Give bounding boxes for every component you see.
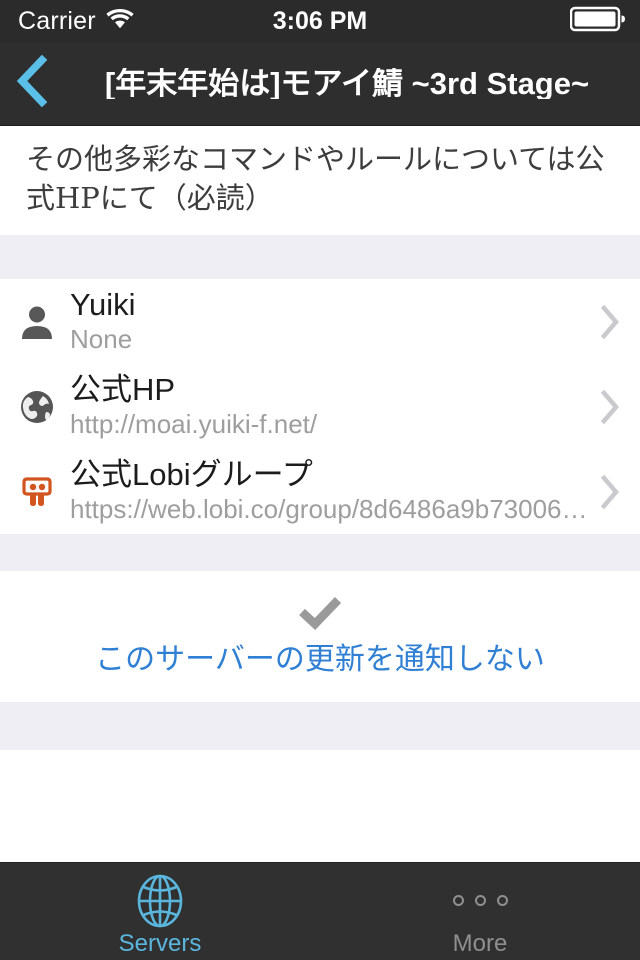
more-dots-icon: [452, 874, 508, 928]
chevron-right-icon: [596, 388, 624, 426]
list-item-title: Yuiki: [70, 288, 136, 323]
list-item[interactable]: 公式HP http://moai.yuiki-f.net/: [0, 364, 640, 450]
server-description-block: その他多彩なコマンドやルールについては公式HPにて（必読）: [0, 126, 640, 236]
section-gap-bottom: [0, 702, 640, 751]
app-root: Carrier 3:06 PM [年末年始は]モアイ鯖 ~3rd Stage~ …: [0, 0, 640, 960]
server-description-text: その他多彩なコマンドやルールについては公式HPにて（必読）: [26, 142, 605, 215]
checkmark-icon: [296, 593, 344, 633]
notify-toggle-cell[interactable]: このサーバーの更新を通知しない: [0, 571, 640, 703]
globe-icon: [132, 874, 188, 928]
list-item-body: 公式Lobiグループ https://web.lobi.co/group/8d6…: [60, 458, 596, 524]
server-info-list: Yuiki None 公式HP http://moai.yuiki-f.net/…: [0, 279, 640, 535]
section-gap-top: [0, 235, 640, 280]
status-bar: Carrier 3:06 PM: [0, 0, 640, 42]
list-item-title: 公式Lobiグループ: [70, 458, 313, 493]
chevron-left-icon: [15, 54, 49, 112]
list-item[interactable]: Yuiki None: [0, 279, 640, 365]
lobi-icon: [14, 469, 60, 515]
list-item-subtitle: None: [70, 324, 133, 355]
tab-more[interactable]: More: [320, 863, 640, 960]
section-gap-middle: [0, 534, 640, 572]
content-filler: [0, 750, 640, 862]
chevron-right-icon: [596, 303, 624, 341]
notify-toggle-label: このサーバーの更新を通知しない: [95, 643, 545, 677]
more-dot: [474, 895, 486, 906]
back-button[interactable]: [0, 42, 64, 126]
tab-servers[interactable]: Servers: [0, 863, 320, 960]
more-dot: [496, 895, 508, 906]
chevron-right-icon: [596, 473, 624, 511]
status-bar-left: Carrier: [18, 7, 134, 36]
person-icon: [14, 299, 60, 345]
tab-label: Servers: [118, 929, 202, 957]
page-title: [年末年始は]モアイ鯖 ~3rd Stage~: [104, 68, 590, 99]
status-bar-right: [569, 6, 626, 37]
globe-icon: [14, 384, 60, 430]
list-item-body: Yuiki None: [60, 288, 596, 354]
list-item-subtitle: https://web.lobi.co/group/8d6486a9b73006…: [70, 494, 588, 525]
wifi-icon: [106, 8, 134, 34]
carrier-label: Carrier: [18, 6, 96, 35]
tab-bar: Servers More: [0, 862, 640, 960]
scroll-content[interactable]: その他多彩なコマンドやルールについては公式HPにて（必読） Yuiki None: [0, 126, 640, 862]
list-item-title: 公式HP: [70, 373, 176, 408]
navigation-bar: [年末年始は]モアイ鯖 ~3rd Stage~: [0, 42, 640, 126]
list-item-body: 公式HP http://moai.yuiki-f.net/: [60, 373, 596, 439]
list-item[interactable]: 公式Lobiグループ https://web.lobi.co/group/8d6…: [0, 449, 640, 535]
tab-label: More: [452, 929, 508, 957]
more-dot: [452, 895, 464, 906]
list-item-subtitle: http://moai.yuiki-f.net/: [70, 409, 318, 440]
battery-full-icon: [569, 6, 626, 37]
